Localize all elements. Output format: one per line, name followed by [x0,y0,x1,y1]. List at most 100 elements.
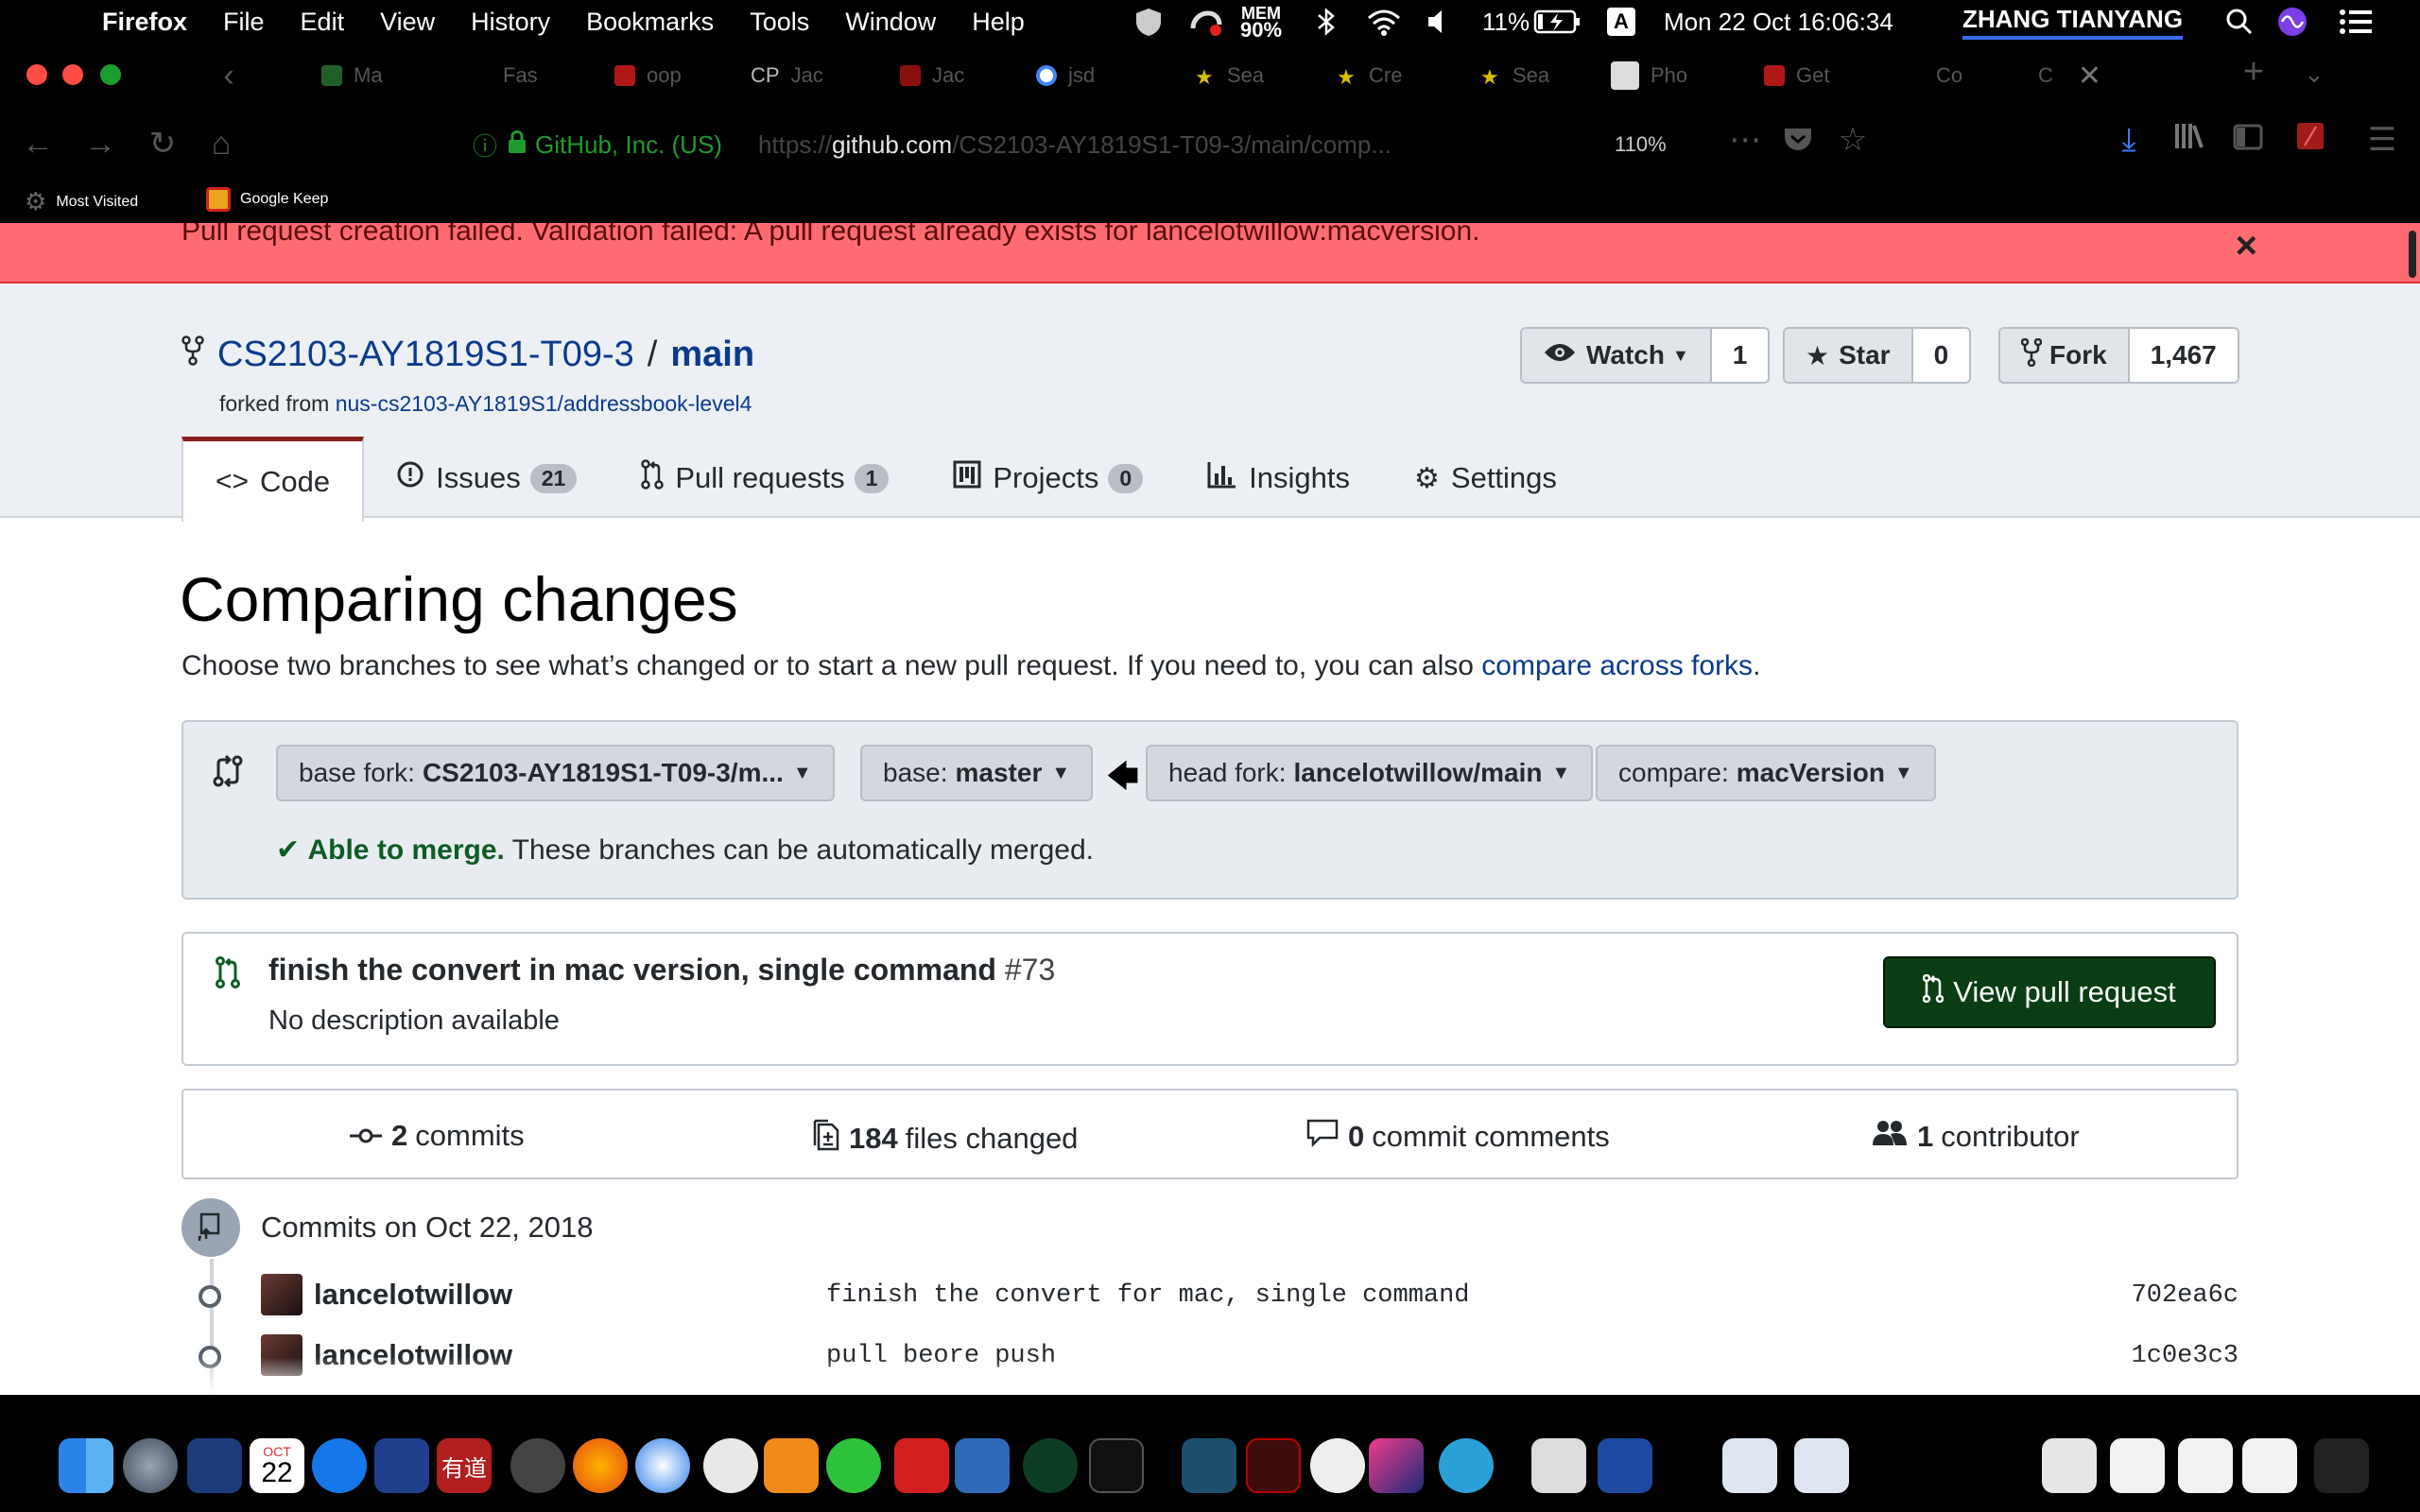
browser-tab[interactable]: ★ Sea [1195,59,1264,93]
tab-close-icon[interactable]: ✕ [2078,60,2101,93]
qq-icon[interactable] [703,1438,758,1493]
tabs-scroll-left-icon[interactable]: ‹ [210,57,248,94]
window-minimize-button[interactable] [62,64,83,85]
finder-icon[interactable] [59,1438,113,1493]
android-studio-icon[interactable] [1023,1438,1078,1493]
trash-icon[interactable] [2314,1438,2369,1493]
spotlight-search-icon[interactable] [2225,0,2254,43]
sublime-icon[interactable] [1182,1438,1236,1493]
window-thumbnail[interactable] [1722,1438,1777,1493]
extension-red-icon[interactable] [2291,121,2329,159]
zoom-level[interactable]: 110% [1615,132,1667,157]
app-store-icon[interactable] [312,1438,367,1493]
outlook-icon[interactable] [374,1438,429,1493]
compare-branch-select[interactable]: compare: macVersion ▼ [1596,745,1936,801]
watchers-count[interactable]: 1 [1711,329,1769,382]
menu-help[interactable]: Help [972,8,1025,37]
repo-name-link[interactable]: main [670,335,754,375]
kugou-icon[interactable] [764,1438,819,1493]
calendar-icon[interactable]: OCT 22 [250,1438,304,1493]
tab-settings[interactable]: ⚙ Settings [1382,437,1589,520]
pull-request-title[interactable]: finish the convert in mac version, singl… [268,953,1055,988]
tab-pull-requests[interactable]: Pull requests 1 [609,437,921,520]
browser-tab[interactable]: CP Jac [751,59,823,93]
browser-tab[interactable]: Ma [321,59,383,93]
contributors-tab[interactable]: 1 contributor [1872,1119,2080,1155]
forward-arrow-icon[interactable]: → [81,125,119,163]
page-scrollbar-thumb[interactable] [2409,231,2416,278]
browser-tab[interactable]: ★ Cre [1337,59,1402,93]
battery-charging-icon[interactable] [1533,0,1582,43]
mail-app-icon[interactable] [187,1438,242,1493]
firefox-icon[interactable] [573,1438,628,1493]
menu-tools[interactable]: Tools [750,8,809,37]
flash-close-icon[interactable]: × [2236,225,2257,267]
page-actions-icon[interactable]: ⋯ [1726,121,1764,159]
tab-issues[interactable]: Issues 21 [364,437,609,520]
forks-count[interactable]: 1,467 [2129,329,2238,382]
browser-tab-active[interactable]: C ✕ [2038,59,2101,93]
back-arrow-icon[interactable]: ← [19,125,57,163]
base-branch-select[interactable]: base: master ▼ [860,745,1094,801]
clock[interactable]: Mon 22 Oct 16:06:34 [1664,0,1893,43]
parallels-icon[interactable] [894,1438,949,1493]
sequel-pro-icon[interactable] [1310,1438,1365,1493]
bluetooth-icon[interactable] [1316,0,1337,43]
activity-monitor-icon[interactable] [510,1438,565,1493]
browser-tab[interactable]: ★ Sea [1480,59,1549,93]
menu-edit[interactable]: Edit [301,8,345,37]
menu-history[interactable]: History [471,8,550,37]
bookmark-star-icon[interactable]: ☆ [1834,121,1872,159]
head-fork-select[interactable]: head fork: lancelotwillow/main ▼ [1146,745,1594,801]
grapher-icon[interactable] [1246,1438,1301,1493]
stargazers-count[interactable]: 0 [1912,329,1970,382]
info-icon[interactable]: ⓘ [473,128,497,163]
pocket-icon[interactable] [1779,123,1817,161]
window-thumbnail[interactable] [2242,1438,2297,1493]
memory-indicator[interactable]: MEM 90% [1240,0,1282,43]
menu-view[interactable]: View [380,8,435,37]
commit-comments-tab[interactable]: 0 commit comments [1306,1119,1610,1155]
url-bar[interactable]: ⓘ GitHub, Inc. (US) https:// github.com … [473,123,1392,166]
avatar[interactable] [261,1274,302,1315]
input-method-indicator[interactable]: A [1607,0,1635,43]
new-tab-plus-icon[interactable]: + [2235,53,2273,91]
menu-app-firefox[interactable]: Firefox [102,8,187,37]
forked-from-link[interactable]: nus-cs2103-AY1819S1/addressbook-level4 [336,391,752,416]
library-icon[interactable] [2170,121,2208,159]
view-pull-request-button[interactable]: View pull request [1883,956,2216,1028]
youdao-dictionary-icon[interactable]: 有道 [437,1438,492,1493]
shield-status-icon[interactable] [1132,0,1165,43]
browser-tab[interactable]: Fas [503,59,538,93]
window-close-button[interactable] [26,64,47,85]
siri-icon[interactable] [2276,0,2308,43]
hamburger-menu-icon[interactable]: ☰ [2363,121,2401,159]
tab-list-chevron-icon[interactable]: ⌄ [2295,55,2333,93]
star-button[interactable]: ★ Star [1785,329,1913,382]
browser-tab[interactable]: Jac [900,59,964,93]
downloads-icon[interactable]: ⤓ [2110,121,2148,159]
window-thumbnail[interactable] [2042,1438,2097,1493]
tab-code[interactable]: <> Code [182,437,365,522]
home-icon[interactable]: ⌂ [202,125,240,163]
menu-window[interactable]: Window [845,8,936,37]
safari-icon[interactable] [635,1438,690,1493]
volume-icon[interactable] [1426,0,1450,43]
menu-bookmarks[interactable]: Bookmarks [586,8,714,37]
window-thumbnail[interactable] [2178,1438,2233,1493]
tab-insights[interactable]: Insights [1175,437,1382,520]
wifi-icon[interactable] [1365,0,1403,43]
watch-button[interactable]: Watch ▼ [1522,329,1712,382]
browser-tab[interactable]: Pho [1611,59,1687,93]
fork-button[interactable]: Fork [2000,329,2130,382]
bookmark-google-keep[interactable]: Google Keep [206,187,328,212]
site-identity[interactable]: GitHub, Inc. (US) [535,130,722,160]
browser-tab[interactable]: Co [1936,59,1962,93]
creative-cloud-icon[interactable] [1187,0,1225,43]
window-thumbnail[interactable] [2110,1438,2165,1493]
terminal-icon[interactable] [1089,1438,1144,1493]
browser-tab[interactable]: jsd [1036,59,1095,93]
notification-center-icon[interactable] [2339,0,2373,43]
battery-percentage[interactable]: 11% [1482,0,1530,43]
commit-sha-link[interactable]: 702ea6c [2132,1281,2238,1310]
